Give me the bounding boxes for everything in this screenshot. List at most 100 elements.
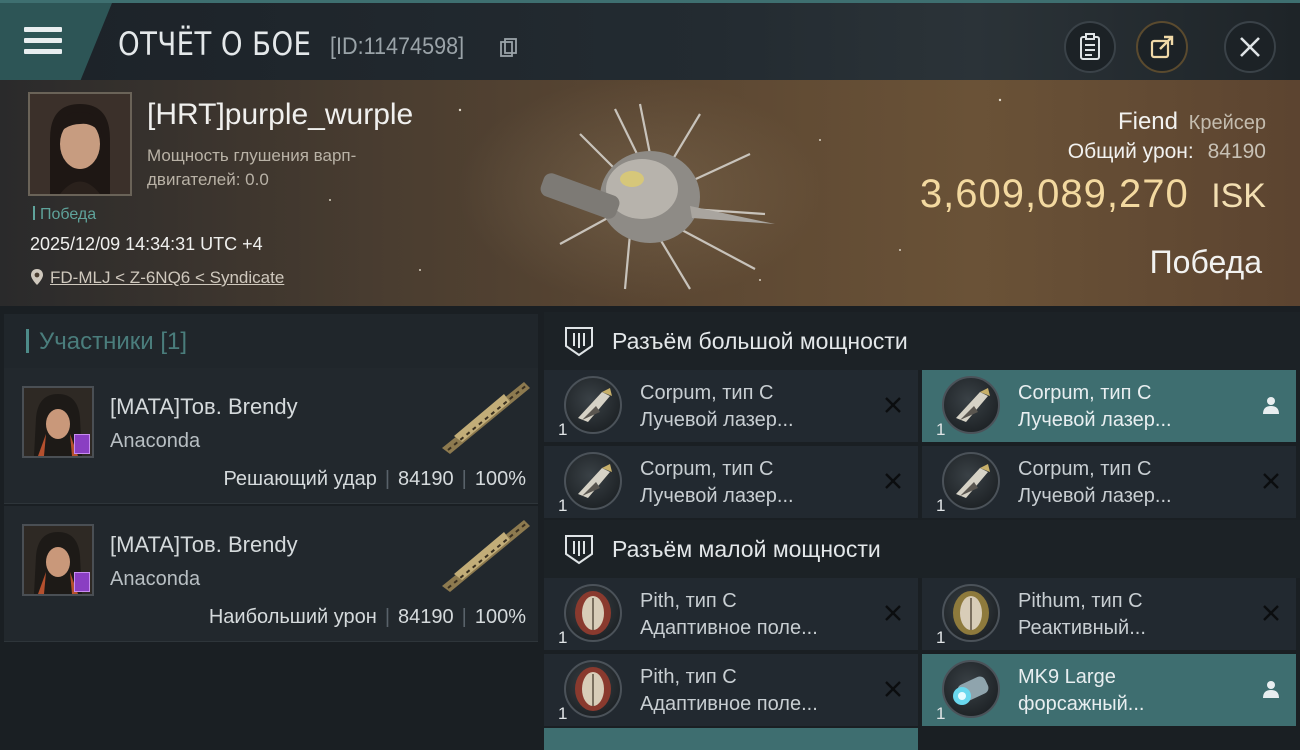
- ship-image: [540, 103, 775, 290]
- module-item-partial[interactable]: [544, 728, 918, 750]
- high-slot-title: Разъём большой мощности: [612, 328, 908, 354]
- attacker-stats: Решающий удар | 84190 | 100%: [223, 468, 526, 490]
- module-item[interactable]: 1 MK9 Large форсажный...: [922, 654, 1296, 726]
- attacker-damage: 84190: [398, 606, 454, 628]
- low-slot-title: Разъём малой мощности: [612, 536, 881, 562]
- low-slot-header: Разъём малой мощности: [544, 520, 1300, 578]
- top-bar: ОТЧЁТ О БОЕ [ID:11474598]: [0, 0, 1300, 80]
- location-text: FD-MLJ < Z-6NQ6 < Syndicate: [50, 268, 285, 287]
- location-link[interactable]: FD-MLJ < Z-6NQ6 < Syndicate: [30, 268, 284, 288]
- laser-module-icon: [942, 452, 1000, 510]
- module-description: Лучевой лазер...: [640, 485, 794, 507]
- weapon-icon: [442, 382, 530, 454]
- module-item[interactable]: 1 Corpum, тип C Лучевой лазер...: [544, 446, 918, 518]
- module-name: Pith, тип C: [640, 666, 737, 688]
- attacker-row[interactable]: [MATA]Тов. Brendy Anaconda Наибольший ур…: [4, 506, 538, 642]
- dropped-person-icon: [1263, 397, 1279, 414]
- victim-name[interactable]: [HRT]purple_wurple: [147, 98, 413, 132]
- module-name: Pithum, тип C: [1018, 590, 1143, 612]
- module-name: Corpum, тип C: [1018, 458, 1152, 480]
- battle-datetime: 2025/12/09 14:34:31 UTC +4: [30, 234, 263, 254]
- module-description: форсажный...: [1018, 693, 1145, 715]
- victim-ship[interactable]: Fiend Крейсер: [1118, 108, 1266, 136]
- attacker-stats: Наибольший урон | 84190 | 100%: [208, 606, 526, 628]
- module-item[interactable]: 1 Pith, тип C Адаптивное поле...: [544, 578, 918, 650]
- menu-button[interactable]: [0, 3, 112, 80]
- close-icon: [1240, 37, 1260, 57]
- module-name: Corpum, тип C: [1018, 382, 1152, 404]
- copy-icon[interactable]: [500, 38, 518, 58]
- outcome-label-small: Победа: [33, 206, 96, 224]
- total-damage-value: 84190: [1207, 140, 1266, 163]
- destroyed-icon: [1263, 605, 1279, 621]
- module-name: Corpum, тип C: [640, 382, 774, 404]
- laser-module-icon: [564, 376, 622, 434]
- attacker-role: Решающий удар: [223, 468, 377, 490]
- share-icon: [1150, 35, 1174, 59]
- destroyed-icon: [885, 681, 901, 697]
- isk-value: 3,609,089,270: [919, 172, 1189, 216]
- attacker-name[interactable]: [MATA]Тов. Brendy: [110, 532, 298, 558]
- page-title: ОТЧЁТ О БОЕ: [118, 25, 312, 63]
- victim-portrait[interactable]: [28, 92, 132, 196]
- attacker-ship: Anaconda: [110, 568, 201, 590]
- afterburner-module-icon: [942, 660, 1000, 718]
- low-slot-icon: [565, 535, 593, 565]
- module-item[interactable]: 1 Corpum, тип C Лучевой лазер...: [922, 446, 1296, 518]
- destroyed-icon: [885, 397, 901, 413]
- destroyed-icon: [885, 605, 901, 621]
- module-quantity: 1: [936, 496, 946, 515]
- warp-scramble-label: Мощность глушения варп-двигателей: 0.0: [147, 146, 357, 189]
- shield-module-icon: [564, 660, 622, 718]
- attacker-badge: [74, 434, 90, 454]
- attacker-ship: Anaconda: [110, 430, 201, 452]
- module-description: Лучевой лазер...: [1018, 485, 1172, 507]
- module-description: Реактивный...: [1018, 617, 1146, 639]
- destroyed-icon: [1263, 473, 1279, 489]
- module-quantity: 1: [558, 704, 568, 723]
- attacker-damage: 84190: [398, 468, 454, 490]
- menu-icon: [24, 27, 62, 57]
- attacker-portrait[interactable]: [22, 524, 94, 596]
- dropped-person-icon: [1263, 681, 1279, 698]
- clipboard-button[interactable]: [1064, 21, 1116, 73]
- module-name: Corpum, тип C: [640, 458, 774, 480]
- module-quantity: 1: [558, 496, 568, 515]
- attacker-percent: 100%: [474, 606, 526, 628]
- destroyed-icon: [885, 473, 901, 489]
- module-item[interactable]: 1 Corpum, тип C Лучевой лазер...: [922, 370, 1296, 442]
- module-item[interactable]: 1 Pith, тип C Адаптивное поле...: [544, 654, 918, 726]
- participants-title: Участники [1]: [26, 328, 187, 356]
- module-quantity: 1: [936, 420, 946, 439]
- weapon-icon: [442, 520, 530, 592]
- high-slot-header: Разъём большой мощности: [544, 312, 1300, 370]
- outcome-label-big: Победа: [1149, 244, 1262, 280]
- location-pin-icon: [31, 269, 43, 285]
- attacker-portrait[interactable]: [22, 386, 94, 458]
- high-slot-icon: [565, 327, 593, 357]
- attacker-badge: [74, 572, 90, 592]
- laser-module-icon: [942, 376, 1000, 434]
- module-name: Pith, тип C: [640, 590, 737, 612]
- attacker-percent: 100%: [474, 468, 526, 490]
- module-quantity: 1: [558, 420, 568, 439]
- module-quantity: 1: [936, 704, 946, 723]
- module-item[interactable]: 1 Pithum, тип C Реактивный...: [922, 578, 1296, 650]
- total-damage: Общий урон: 84190: [1068, 140, 1266, 164]
- attacker-role: Наибольший урон: [208, 606, 377, 628]
- attacker-name[interactable]: [MATA]Тов. Brendy: [110, 394, 298, 420]
- victim-ship-name: Fiend: [1117, 108, 1178, 135]
- fitting-panel: Разъём большой мощности 1 Corpum, тип C …: [540, 306, 1300, 750]
- attacker-row[interactable]: [MATA]Тов. Brendy Anaconda Решающий удар…: [4, 368, 538, 504]
- participants-header: Участники [1]: [4, 314, 538, 368]
- module-item[interactable]: 1 Corpum, тип C Лучевой лазер...: [544, 370, 918, 442]
- close-button[interactable]: [1224, 21, 1276, 73]
- total-damage-label: Общий урон:: [1067, 140, 1194, 163]
- module-name: MK9 Large: [1018, 666, 1116, 688]
- laser-module-icon: [564, 452, 622, 510]
- module-quantity: 1: [558, 628, 568, 647]
- share-button[interactable]: [1136, 21, 1188, 73]
- module-quantity: 1: [936, 628, 946, 647]
- module-description: Лучевой лазер...: [640, 409, 794, 431]
- module-description: Адаптивное поле...: [640, 617, 818, 639]
